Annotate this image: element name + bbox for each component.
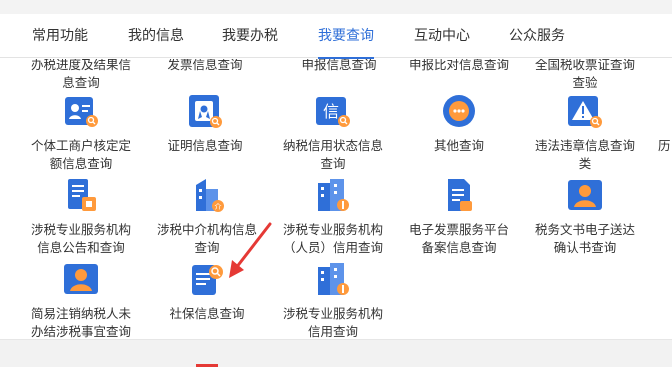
agency-notice-icon: [68, 179, 96, 211]
tile-label: 涉税专业服务机构信息公告和查询: [30, 222, 131, 255]
tile-label: 发票信息查询: [167, 59, 243, 72]
tile-label: 申报信息查询: [301, 59, 377, 72]
query-grid: 办税进度及结果信息查询 发票信息查询 申报信息查询 申报比对信息查询 全国税收票…: [0, 59, 672, 339]
tile-label: 证明信息查询: [167, 138, 243, 153]
footer-bar: [0, 339, 672, 367]
intermediary-icon: 介: [196, 179, 224, 212]
svg-text:信: 信: [323, 102, 339, 121]
tile-label: 申报比对信息查询: [408, 59, 509, 72]
agency-credit-icon: [318, 179, 349, 211]
tile-label: 涉税专业服务机构信用查询: [282, 306, 383, 339]
document-delivery-icon: [568, 180, 602, 210]
tile-label: 其他查询: [433, 138, 484, 153]
other-search-icon: [443, 95, 475, 127]
tile-label: 电子发票服务平台备案信息查询: [408, 222, 509, 255]
tile-label: 纳税信用状态信息查询: [282, 138, 383, 171]
tile-label: 历: [658, 138, 671, 153]
tab-interaction[interactable]: 互动中心: [414, 14, 470, 58]
tab-query[interactable]: 我要查询: [318, 14, 374, 59]
e-invoice-icon: [448, 179, 472, 211]
tile-label: 税务文书电子送达确认书查询: [534, 222, 635, 255]
tile-label: 个体工商户核定定额信息查询: [30, 138, 131, 171]
svg-text:介: 介: [215, 203, 222, 211]
certificate-icon: [189, 95, 222, 128]
warning-icon: [568, 96, 602, 128]
credit-status-icon: 信: [316, 97, 350, 127]
tile-label: 全国税收票证查询查验: [534, 59, 635, 90]
tab-common-functions[interactable]: 常用功能: [32, 14, 88, 58]
nav-bar: 常用功能 我的信息 我要办税 我要查询 互动中心 公众服务: [0, 14, 672, 59]
tile-label: 涉税中介机构信息查询: [156, 222, 257, 255]
tab-my-info[interactable]: 我的信息: [128, 14, 184, 58]
tile-label: 社保信息查询: [169, 306, 245, 321]
tab-public-service[interactable]: 公众服务: [509, 14, 565, 58]
agency-credit-2-icon: [318, 263, 349, 295]
tile-label: 办税进度及结果信息查询: [30, 59, 131, 90]
business-id-icon: [65, 97, 98, 127]
social-security-icon: [192, 265, 223, 295]
deregistration-icon: [64, 264, 98, 294]
tile-label: 简易注销纳税人未办结涉税事宜查询: [30, 306, 131, 339]
tab-tax-handling[interactable]: 我要办税: [222, 14, 278, 58]
tile-label: 涉税专业服务机构（人员）信用查询: [282, 222, 383, 255]
top-band: [0, 0, 672, 14]
tile-label: 违法违章信息查询类: [534, 138, 635, 171]
